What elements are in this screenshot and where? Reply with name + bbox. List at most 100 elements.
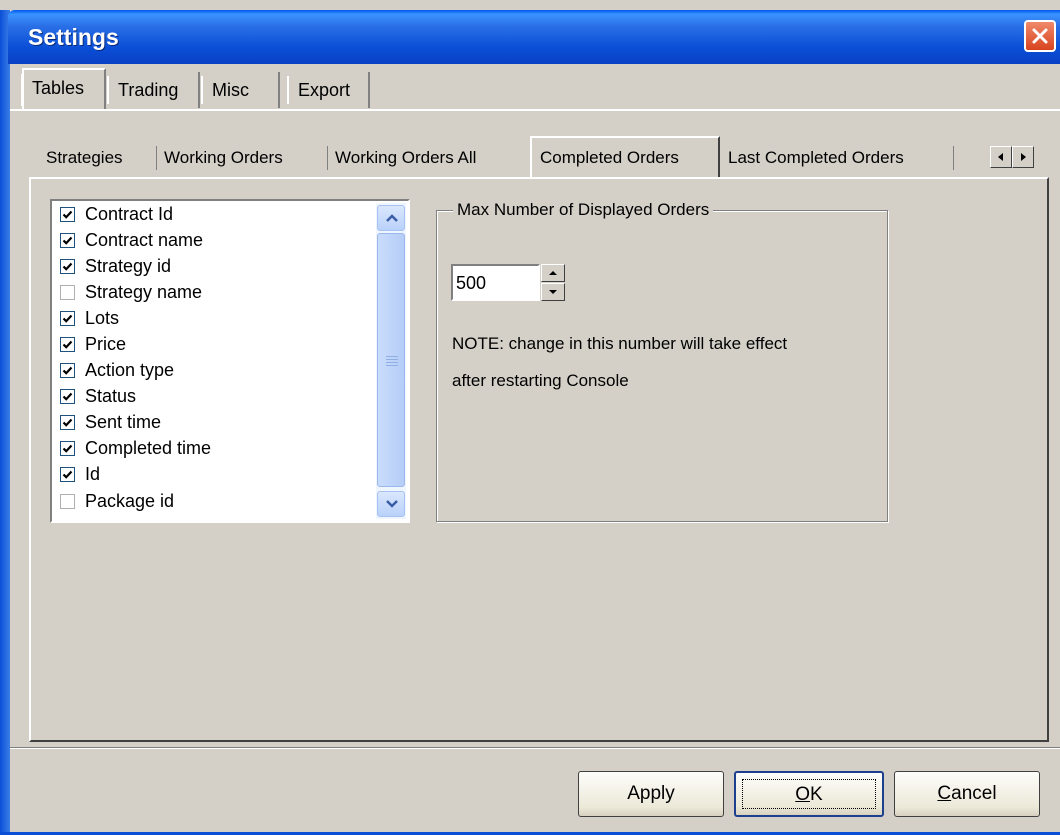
checkmark-icon [62,340,73,349]
list-item-label: Contract Id [85,203,174,224]
list-item-label: Action type [85,360,175,381]
subtab-completed-orders[interactable]: Completed Orders [530,136,720,178]
checkbox[interactable] [60,232,75,248]
list-item-label: Strategy id [85,255,172,276]
note-line-1: NOTE: change in this number will take ef… [452,334,788,353]
list-item-label: Price [85,334,127,355]
list-item[interactable]: Package id [54,488,376,514]
checklist-items: Contract Id Contract name Strategy id Strat… [54,201,376,521]
checkbox[interactable] [60,337,75,353]
tab-label: Misc [212,80,249,100]
tab-trading[interactable]: Trading [107,72,200,108]
arrow-left-icon [998,153,1003,161]
checkmark-icon [62,471,73,480]
list-item-label: Package id [85,490,175,511]
subtab-label: Completed Orders [540,148,679,167]
list-item[interactable]: Strategy name [54,279,376,305]
list-item-label: Sent time [85,412,162,433]
list-item[interactable]: Lots [54,305,376,331]
focus-rect [742,779,876,809]
list-item[interactable]: Completed time [54,436,376,462]
max-orders-input[interactable] [453,266,536,298]
max-orders-group-label: Max Number of Displayed Orders [453,200,714,220]
checkmark-icon [62,392,73,401]
subtab-label: Last Completed Orders [728,148,904,167]
tab-scroll-right-button[interactable] [1012,146,1034,168]
title-bar[interactable]: Settings [8,10,1060,64]
checkbox[interactable] [60,284,75,300]
checkbox[interactable] [60,441,75,457]
window-title: Settings [28,24,119,50]
close-icon [1032,28,1048,44]
button-separator [10,747,1060,749]
checkbox[interactable] [60,258,75,274]
subtab-label: Strategies [46,148,123,167]
checkmark-icon [62,419,73,428]
apply-button[interactable]: Apply [578,771,724,817]
checkmark-icon [62,262,73,271]
checkbox[interactable] [60,389,75,405]
subtab-label: Working Orders [164,148,283,167]
scroll-thumb[interactable] [377,233,405,487]
list-item-label: Id [85,464,101,485]
arrow-right-icon [1021,153,1026,161]
list-item[interactable]: Strategy id [54,253,376,279]
tab-export[interactable]: Export [287,72,370,108]
cancel-label: ancel [951,783,997,804]
spin-down-icon [549,290,557,294]
checkmark-icon [62,236,73,245]
tab-scroll-left-button[interactable] [990,146,1012,168]
list-item-label: Lots [85,307,120,328]
list-item-label: Completed time [85,438,212,459]
checkbox[interactable] [60,493,75,509]
tab-tables[interactable]: Tables [21,68,106,110]
checkmark-icon [62,445,73,454]
chevron-down-icon [386,500,398,508]
tab-label: Trading [118,80,179,100]
close-button[interactable] [1024,20,1056,52]
checkbox[interactable] [60,206,75,222]
spin-up-icon [549,271,557,275]
subtab-last-completed-orders[interactable]: Last Completed Orders [722,142,954,174]
columns-checklist[interactable]: Contract Id Contract name Strategy id Strat… [50,199,410,523]
checkbox[interactable] [60,467,75,483]
checkmark-icon [62,210,73,219]
list-item-label: Contract name [85,229,204,250]
max-orders-input-box[interactable] [451,264,540,301]
settings-dialog: Settings Tables Trading Misc Export Stra… [0,0,1060,835]
checkbox[interactable] [60,363,75,379]
ok-button[interactable]: OK [734,771,884,817]
window-frame-left [0,10,10,835]
scroll-up-button[interactable] [377,205,405,231]
checkbox[interactable] [60,415,75,431]
list-item-label: Strategy name [85,281,203,302]
chevron-up-icon [386,214,398,222]
checkmark-icon [62,366,73,375]
list-item[interactable]: Action type [54,358,376,384]
apply-label: Apply [627,783,675,804]
list-item[interactable]: Contract name [54,227,376,253]
tab-label: Export [298,80,351,100]
scroll-down-button[interactable] [377,491,405,517]
list-item[interactable]: Sent time [54,410,376,436]
list-scrollbar[interactable] [376,203,406,519]
list-item[interactable]: Status [54,384,376,410]
list-item-label: Status [85,386,137,407]
list-item[interactable]: Price [54,331,376,357]
subtab-working-orders-all[interactable]: Working Orders All [329,142,525,174]
list-item[interactable]: Id [54,462,376,488]
subtab-strategies[interactable]: Strategies [40,142,157,174]
tab-misc[interactable]: Misc [201,72,280,108]
max-orders-group [436,210,888,522]
checkmark-icon [62,314,73,323]
checkbox[interactable] [60,310,75,326]
cancel-mnemonic: C [937,783,952,804]
tab-label: Tables [32,78,85,98]
spin-down-button[interactable] [541,283,565,301]
subtab-label: Working Orders All [335,148,477,167]
spin-up-button[interactable] [541,264,565,282]
note-line-2: after restarting Console [452,371,629,390]
cancel-button[interactable]: Cancel [894,771,1040,817]
subtab-working-orders[interactable]: Working Orders [158,142,328,174]
list-item[interactable]: Contract Id [54,201,376,227]
